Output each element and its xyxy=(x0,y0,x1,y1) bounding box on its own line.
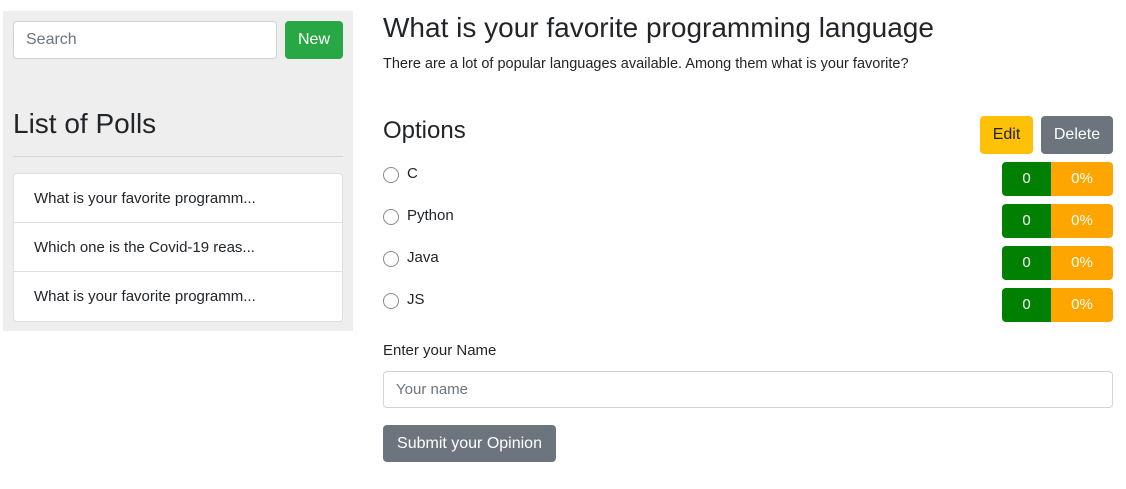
poll-list: What is your favorite programm... Which … xyxy=(13,173,343,322)
vote-count-badge: 0 xyxy=(1002,288,1051,322)
option-row: C 0 0% xyxy=(383,162,1113,196)
vote-percent-badge: 0% xyxy=(1051,204,1113,238)
poll-list-item[interactable]: Which one is the Covid-19 reas... xyxy=(14,223,342,272)
list-title: List of Polls xyxy=(13,108,157,139)
vote-percent-badge: 0% xyxy=(1051,162,1113,196)
option-label[interactable]: Python xyxy=(407,207,454,224)
option-row: Python 0 0% xyxy=(383,204,1113,238)
vote-count-badge: 0 xyxy=(1002,246,1051,280)
option-row: Java 0 0% xyxy=(383,246,1113,280)
vote-count-badge: 0 xyxy=(1002,162,1051,196)
divider xyxy=(13,156,343,157)
poll-list-item[interactable]: What is your favorite programm... xyxy=(14,174,342,223)
edit-button[interactable]: Edit xyxy=(980,116,1033,154)
vote-percent-badge: 0% xyxy=(1051,288,1113,322)
sidebar: New List of Polls What is your favorite … xyxy=(3,11,353,331)
vote-count-badge: 0 xyxy=(1002,204,1051,238)
option-radio[interactable] xyxy=(383,209,399,225)
option-label[interactable]: JS xyxy=(407,291,425,308)
option-radio[interactable] xyxy=(383,293,399,309)
options-heading: Options xyxy=(383,117,466,144)
option-label[interactable]: C xyxy=(407,165,418,182)
new-poll-button[interactable]: New xyxy=(285,21,343,59)
delete-button[interactable]: Delete xyxy=(1041,116,1113,154)
option-radio[interactable] xyxy=(383,167,399,183)
poll-description: There are a lot of popular languages ava… xyxy=(383,56,909,72)
name-label: Enter your Name xyxy=(383,342,497,359)
option-radio[interactable] xyxy=(383,251,399,267)
poll-list-item[interactable]: What is your favorite programm... xyxy=(14,272,342,321)
vote-percent-badge: 0% xyxy=(1051,246,1113,280)
name-input[interactable] xyxy=(383,371,1113,408)
poll-title: What is your favorite programming langua… xyxy=(383,12,934,43)
search-input[interactable] xyxy=(13,21,277,59)
option-row: JS 0 0% xyxy=(383,288,1113,322)
option-label[interactable]: Java xyxy=(407,249,439,266)
submit-opinion-button[interactable]: Submit your Opinion xyxy=(383,425,556,462)
